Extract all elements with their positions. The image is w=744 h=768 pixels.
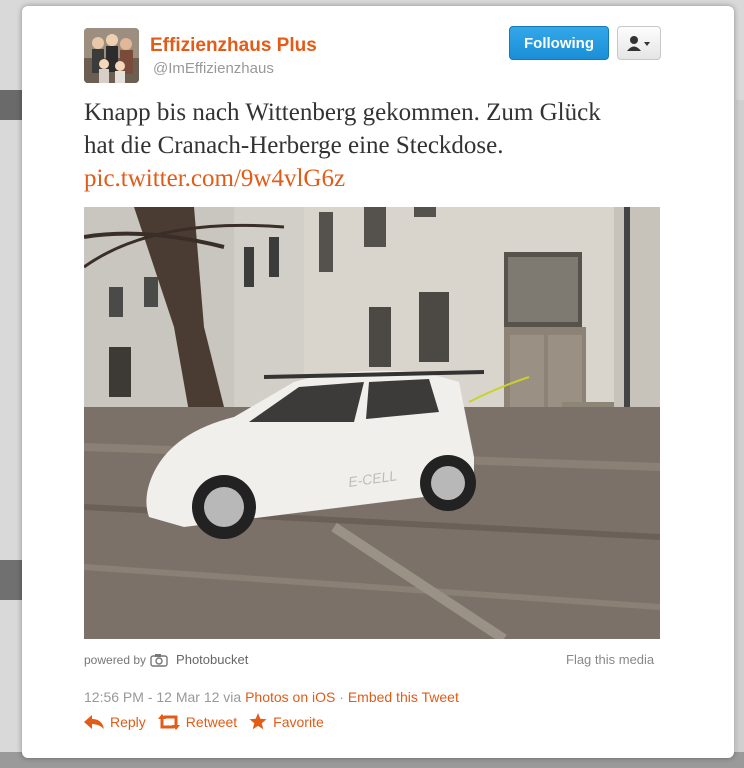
embed-tweet-link[interactable]: Embed this Tweet xyxy=(348,689,459,705)
author-name[interactable]: Effizienzhaus Plus xyxy=(150,35,317,57)
tweet-card: Effizienzhaus Plus @ImEffizienzhaus Foll… xyxy=(22,6,734,758)
favorite-label: Favorite xyxy=(273,713,324,730)
user-dropdown-icon xyxy=(627,36,650,51)
star-icon xyxy=(249,713,267,730)
photobucket-link[interactable]: Photobucket xyxy=(176,652,248,667)
tweet-meta: 12:56 PM - 12 Mar 12 via Photos on iOS ·… xyxy=(84,689,459,705)
tweet-photo[interactable]: E-CELL xyxy=(84,207,660,639)
flag-media-link[interactable]: Flag this media xyxy=(566,652,654,667)
reply-icon xyxy=(84,714,104,729)
user-actions-button[interactable] xyxy=(617,26,661,60)
author-handle[interactable]: @ImEffizienzhaus xyxy=(153,60,274,77)
retweet-icon xyxy=(157,713,180,730)
tweet-media-link[interactable]: pic.twitter.com/9w4vlG6z xyxy=(84,162,684,195)
favorite-action[interactable]: Favorite xyxy=(249,713,324,730)
tweet-timestamp[interactable]: 12:56 PM - 12 Mar 12 via xyxy=(84,689,241,705)
reply-action[interactable]: Reply xyxy=(84,714,146,730)
reply-label: Reply xyxy=(110,713,146,730)
avatar[interactable] xyxy=(84,28,139,83)
tweet-actions: Reply Retweet Favorite xyxy=(84,713,324,730)
tweet-source-link[interactable]: Photos on iOS xyxy=(245,689,335,705)
powered-by-label: powered by xyxy=(84,652,147,667)
background-edge xyxy=(0,90,22,120)
tweet-text: Knapp bis nach Wittenberg gekommen. Zum … xyxy=(84,96,684,195)
following-button[interactable]: Following xyxy=(509,26,609,60)
retweet-action[interactable]: Retweet xyxy=(157,713,238,730)
camera-icon xyxy=(150,653,168,667)
background-edge xyxy=(0,560,22,600)
background-edge xyxy=(736,100,744,760)
retweet-label: Retweet xyxy=(185,713,238,730)
meta-separator: · xyxy=(339,689,344,705)
tweet-text-line: hat die Cranach-Herberge eine Steckdose. xyxy=(84,132,504,159)
media-attribution: powered by Photobucket xyxy=(84,652,248,667)
tweet-text-line: Knapp bis nach Wittenberg gekommen. Zum … xyxy=(84,99,601,126)
